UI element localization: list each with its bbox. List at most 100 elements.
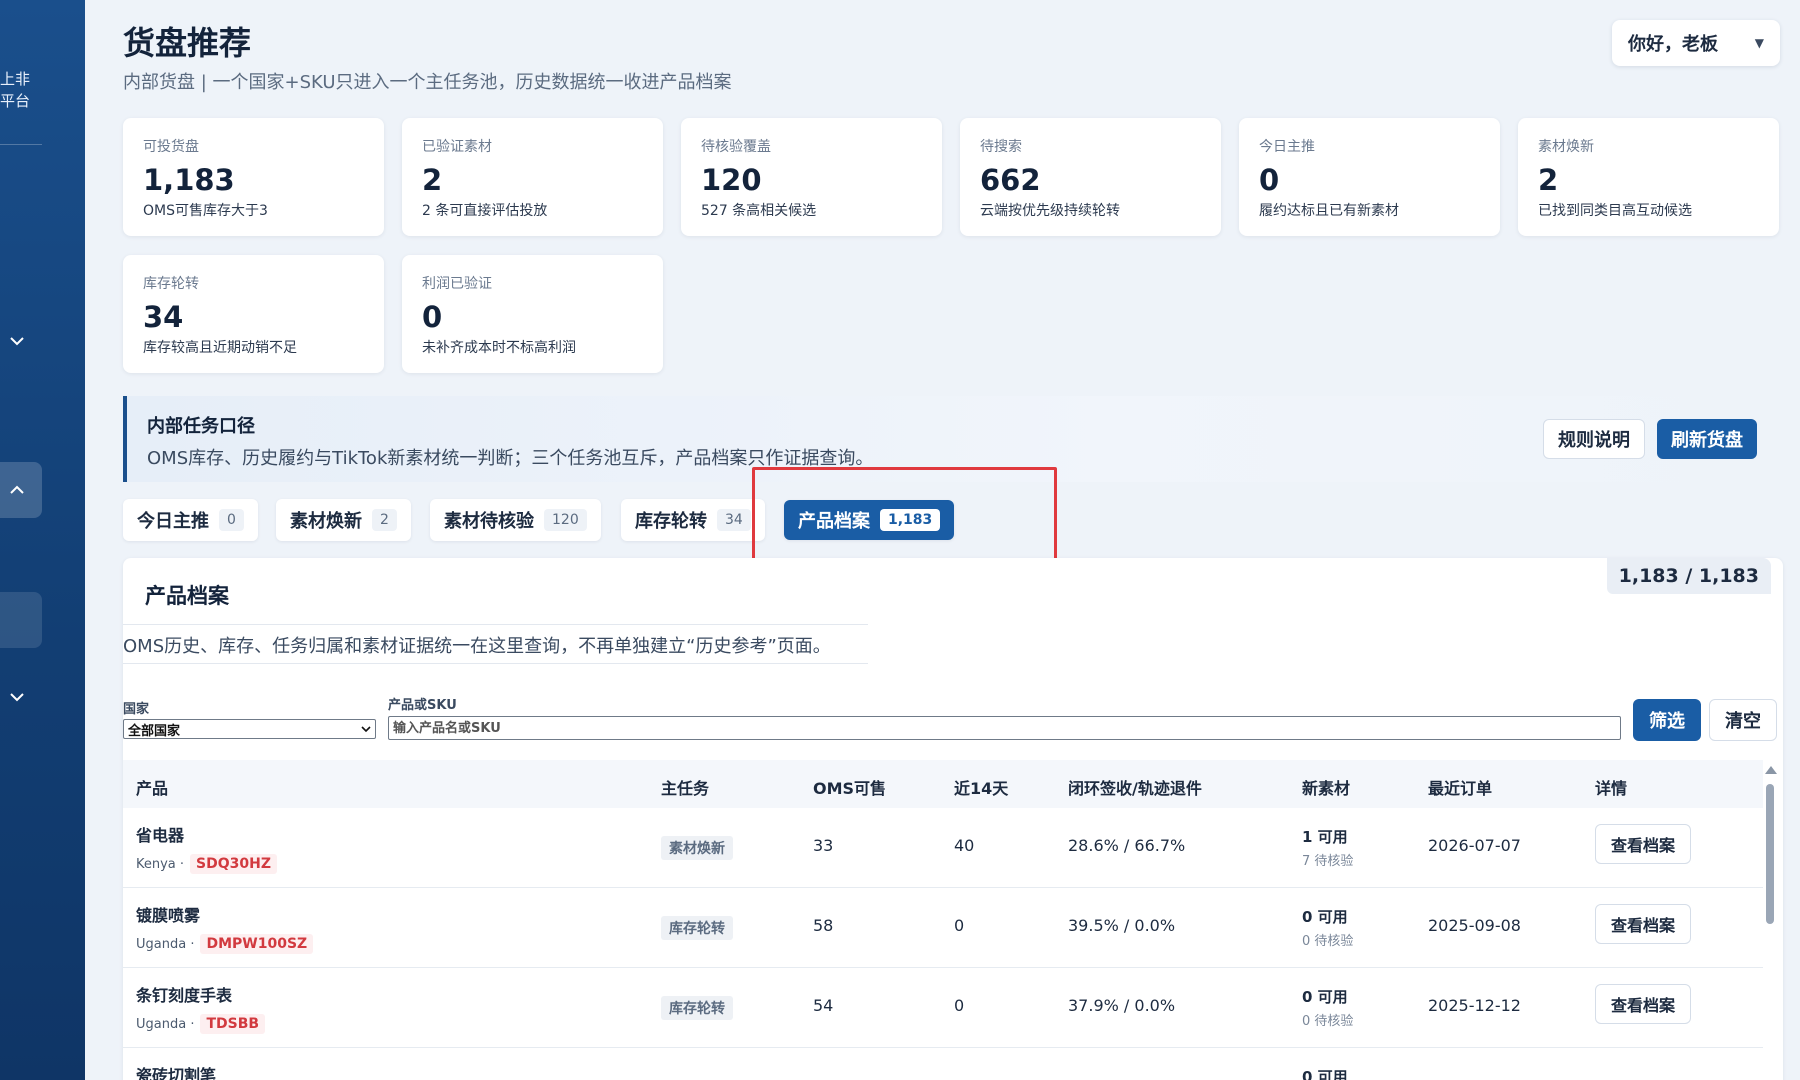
refresh-button[interactable]: 刷新货盘: [1657, 419, 1757, 459]
table-row: 瓷砖切割笔 0 可用: [123, 1048, 1763, 1080]
stat-label: 待搜索: [980, 139, 1022, 155]
stat-desc: 527 条高相关候选: [701, 203, 817, 219]
scroll-up-icon[interactable]: [1765, 766, 1777, 774]
view-archive-button[interactable]: 查看档案: [1595, 904, 1691, 944]
country-label: 国家: [123, 702, 150, 717]
product-name: 条钉刻度手表: [136, 986, 233, 1005]
new-material-pending: 0 待核验: [1302, 1014, 1354, 1029]
product-label: 产品或SKU: [388, 698, 457, 713]
scroll-thumb[interactable]: [1766, 784, 1774, 924]
tab-count-badge: 2: [372, 509, 397, 531]
chevron-down-icon[interactable]: [8, 332, 26, 350]
product-archive-panel: 产品档案 1,183 / 1,183 OMS历史、库存、任务归属和素材证据统一在…: [123, 558, 1783, 1080]
product-name: 镀膜喷雾: [136, 906, 201, 925]
sign-return-rate: 39.5% / 0.0%: [1068, 916, 1176, 935]
tab-inventory-rotation[interactable]: 库存轮转 34: [621, 499, 765, 541]
new-material-pending: 7 待核验: [1302, 854, 1354, 869]
stat-label: 已验证素材: [422, 139, 492, 155]
oms-stock: 58: [813, 916, 834, 935]
stat-desc: 云端按优先级持续轮转: [980, 203, 1120, 219]
tab-count-badge: 0: [219, 509, 244, 531]
last-order-date: 2026-07-07: [1428, 836, 1521, 855]
result-count: 1,183 / 1,183: [1606, 558, 1771, 594]
last-order-date: 2025-12-12: [1428, 996, 1521, 1015]
highlight-annotation: [752, 467, 1057, 567]
col-14d: 近14天: [954, 779, 1009, 798]
view-archive-button[interactable]: 查看档案: [1595, 984, 1691, 1024]
product-name: 瓷砖切割笔: [136, 1066, 217, 1080]
col-oms: OMS可售: [813, 779, 887, 798]
tab-material-refresh[interactable]: 素材焕新 2: [276, 499, 411, 541]
tab-today[interactable]: 今日主推 0: [123, 499, 258, 541]
sku-badge: TDSBB: [200, 1014, 266, 1034]
col-task: 主任务: [661, 779, 710, 798]
stat-desc: 2 条可直接评估投放: [422, 203, 548, 219]
sidebar-item-selected[interactable]: [0, 592, 42, 648]
rules-button[interactable]: 规则说明: [1543, 419, 1645, 459]
stat-card: 今日主推 0 履约达标且已有新素材: [1239, 118, 1500, 236]
sidebar: 上非 平台: [0, 0, 85, 1080]
brand-line-2: 平台: [0, 92, 31, 110]
page-title: 货盘推荐: [123, 24, 252, 62]
stat-card: 素材焕新 2 已找到同类目高互动候选: [1518, 118, 1779, 236]
sign-return-rate: 37.9% / 0.0%: [1068, 996, 1176, 1015]
stat-value: 0: [1259, 163, 1280, 197]
table-row: 条钉刻度手表 Uganda · TDSBB 库存轮转 54 0 37.9% / 0…: [123, 968, 1763, 1048]
main-content: 货盘推荐 内部货盘 | 一个国家+SKU只进入一个主任务池，历史数据统一收进产品…: [85, 0, 1800, 1080]
oms-stock: 54: [813, 996, 834, 1015]
stat-label: 素材焕新: [1538, 139, 1594, 155]
stat-label: 待核验覆盖: [701, 139, 771, 155]
panel-title: 产品档案: [145, 584, 229, 608]
stat-label: 利润已验证: [422, 276, 492, 292]
country-select-value: 全部国家: [128, 723, 181, 739]
product-country: Uganda ·: [136, 937, 195, 952]
tab-label: 库存轮转: [635, 511, 707, 532]
stat-value: 120: [701, 163, 762, 197]
stat-value: 1,183: [143, 163, 235, 197]
product-country: Uganda ·: [136, 1017, 195, 1032]
tab-count-badge: 34: [717, 509, 751, 531]
clear-button[interactable]: 清空: [1709, 699, 1777, 741]
chevron-down-icon[interactable]: [8, 688, 26, 706]
new-material-available: 0 可用: [1302, 908, 1348, 926]
sidebar-brand: 上非 平台: [0, 68, 30, 112]
oms-stock: 33: [813, 836, 834, 855]
stat-desc: 已找到同类目高互动候选: [1538, 203, 1692, 219]
stat-desc: 履约达标且已有新素材: [1259, 203, 1399, 219]
stat-value: 34: [143, 300, 184, 334]
product-meta: Uganda · DMPW100SZ: [136, 934, 314, 954]
task-badge: 库存轮转: [661, 916, 733, 940]
col-product: 产品: [136, 779, 169, 798]
user-menu[interactable]: 你好，老板 ▼: [1612, 20, 1780, 66]
sidebar-group-active[interactable]: [0, 462, 42, 518]
caret-down-icon: ▼: [1754, 36, 1764, 50]
chevron-up-icon[interactable]: [8, 481, 26, 499]
stat-value: 0: [422, 300, 443, 334]
brand-line-1: 上非: [0, 70, 31, 88]
stat-card: 待核验覆盖 120 527 条高相关候选: [681, 118, 942, 236]
tab-label: 今日主推: [137, 511, 209, 532]
tab-label: 素材焕新: [290, 511, 362, 532]
panel-desc: OMS历史、库存、任务归属和素材证据统一在这里查询，不再单独建立“历史参考”页面…: [123, 636, 831, 657]
product-name: 省电器: [136, 826, 185, 845]
product-search-input[interactable]: [388, 716, 1621, 740]
sku-badge: DMPW100SZ: [200, 934, 314, 954]
filter-button[interactable]: 筛选: [1633, 699, 1701, 741]
sku-badge: SDQ30HZ: [190, 854, 278, 874]
last-order-date: 2025-09-08: [1428, 916, 1521, 935]
new-material-available: 0 可用: [1302, 1068, 1348, 1080]
table-scrollbar[interactable]: [1763, 760, 1777, 1080]
country-select[interactable]: 全部国家: [123, 719, 376, 739]
tab-count-badge: 120: [544, 509, 587, 531]
tab-material-verify[interactable]: 素材待核验 120: [430, 499, 601, 541]
table-row: 省电器 Kenya · SDQ30HZ 素材焕新 33 40 28.6% / 66…: [123, 808, 1763, 888]
stat-card: 库存轮转 34 库存较高且近期动销不足: [123, 255, 384, 373]
stat-desc: 库存较高且近期动销不足: [143, 340, 297, 356]
table-row: 镀膜喷雾 Uganda · DMPW100SZ 库存轮转 58 0 39.5% /…: [123, 888, 1763, 968]
task-badge: 库存轮转: [661, 996, 733, 1020]
view-archive-button[interactable]: 查看档案: [1595, 824, 1691, 864]
product-meta: Uganda · TDSBB: [136, 1014, 266, 1034]
stat-card: 利润已验证 0 未补齐成本时不标高利润: [402, 255, 663, 373]
user-greeting: 你好，老板: [1628, 34, 1718, 55]
stat-card: 可投货盘 1,183 OMS可售库存大于3: [123, 118, 384, 236]
